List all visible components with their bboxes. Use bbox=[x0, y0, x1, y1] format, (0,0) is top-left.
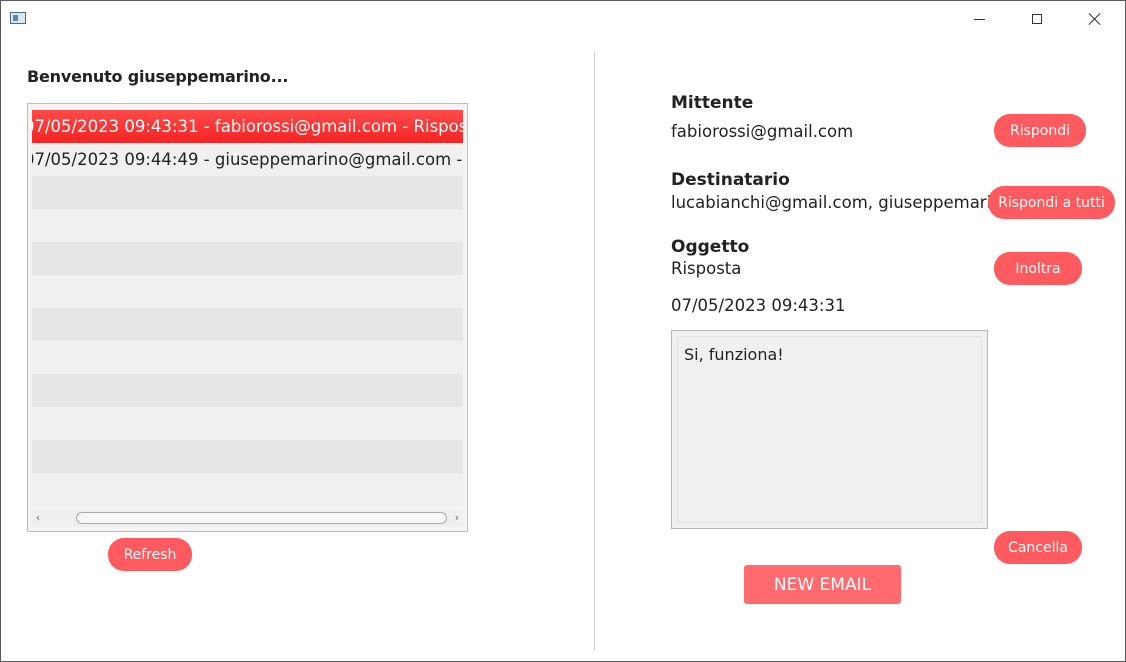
reply-all-button[interactable]: Rispondi a tutti bbox=[988, 186, 1115, 219]
empty-list-row bbox=[32, 341, 463, 374]
email-list-item[interactable]: 07/05/2023 09:44:49 - giuseppemarino@gma… bbox=[32, 143, 463, 176]
minimize-button[interactable] bbox=[950, 1, 1008, 37]
empty-list-row bbox=[32, 440, 463, 473]
scroll-left-icon[interactable]: ‹ bbox=[34, 512, 42, 523]
title-bar bbox=[1, 1, 1125, 37]
close-button[interactable] bbox=[1066, 1, 1124, 37]
delete-button[interactable]: Cancella bbox=[994, 531, 1082, 564]
maximize-button[interactable] bbox=[1008, 1, 1066, 37]
subject-value: Risposta bbox=[671, 259, 742, 278]
scroll-right-icon[interactable]: › bbox=[453, 512, 461, 523]
empty-list-row bbox=[32, 275, 463, 308]
email-list-viewport: 07/05/2023 09:43:31 - fabiorossi@gmail.c… bbox=[32, 108, 463, 508]
empty-list-row bbox=[32, 209, 463, 242]
refresh-button[interactable]: Refresh bbox=[108, 538, 192, 571]
minimize-icon bbox=[973, 18, 985, 20]
sender-label: Mittente bbox=[671, 93, 754, 113]
recipient-label: Destinatario bbox=[671, 170, 790, 190]
empty-list-row bbox=[32, 176, 463, 209]
empty-list-row bbox=[32, 374, 463, 407]
scrollbar-thumb[interactable] bbox=[76, 512, 447, 524]
maximize-icon bbox=[1032, 14, 1042, 24]
app-icon bbox=[10, 12, 26, 24]
email-body-textarea[interactable]: Si, funziona! bbox=[671, 330, 988, 529]
email-list-item[interactable]: 07/05/2023 09:43:31 - fabiorossi@gmail.c… bbox=[32, 110, 463, 143]
forward-button[interactable]: Inoltra bbox=[994, 252, 1082, 285]
email-list[interactable]: 07/05/2023 09:43:31 - fabiorossi@gmail.c… bbox=[27, 103, 468, 532]
empty-list-row bbox=[32, 308, 463, 341]
recipient-value: lucabianchi@gmail.com, giuseppemari... bbox=[671, 193, 1007, 212]
empty-list-row bbox=[32, 407, 463, 440]
new-email-button[interactable]: NEW EMAIL bbox=[744, 565, 901, 604]
close-icon bbox=[1088, 12, 1102, 26]
email-list-item-label: 07/05/2023 09:44:49 - giuseppemarino@gma… bbox=[32, 150, 463, 169]
sender-value: fabiorossi@gmail.com bbox=[671, 122, 854, 141]
empty-list-row bbox=[32, 242, 463, 275]
app-window: Benvenuto giuseppemarino... 07/05/2023 0… bbox=[0, 0, 1126, 662]
welcome-heading: Benvenuto giuseppemarino... bbox=[27, 67, 289, 86]
empty-list-row bbox=[32, 473, 463, 506]
reply-button[interactable]: Rispondi bbox=[994, 114, 1086, 147]
panel-divider bbox=[594, 51, 595, 651]
subject-label: Oggetto bbox=[671, 237, 750, 257]
horizontal-scrollbar[interactable]: ‹ › bbox=[32, 509, 463, 527]
email-date: 07/05/2023 09:43:31 bbox=[671, 296, 846, 315]
email-body-text: Si, funziona! bbox=[677, 336, 982, 523]
email-list-item-label: 07/05/2023 09:43:31 - fabiorossi@gmail.c… bbox=[32, 117, 463, 136]
